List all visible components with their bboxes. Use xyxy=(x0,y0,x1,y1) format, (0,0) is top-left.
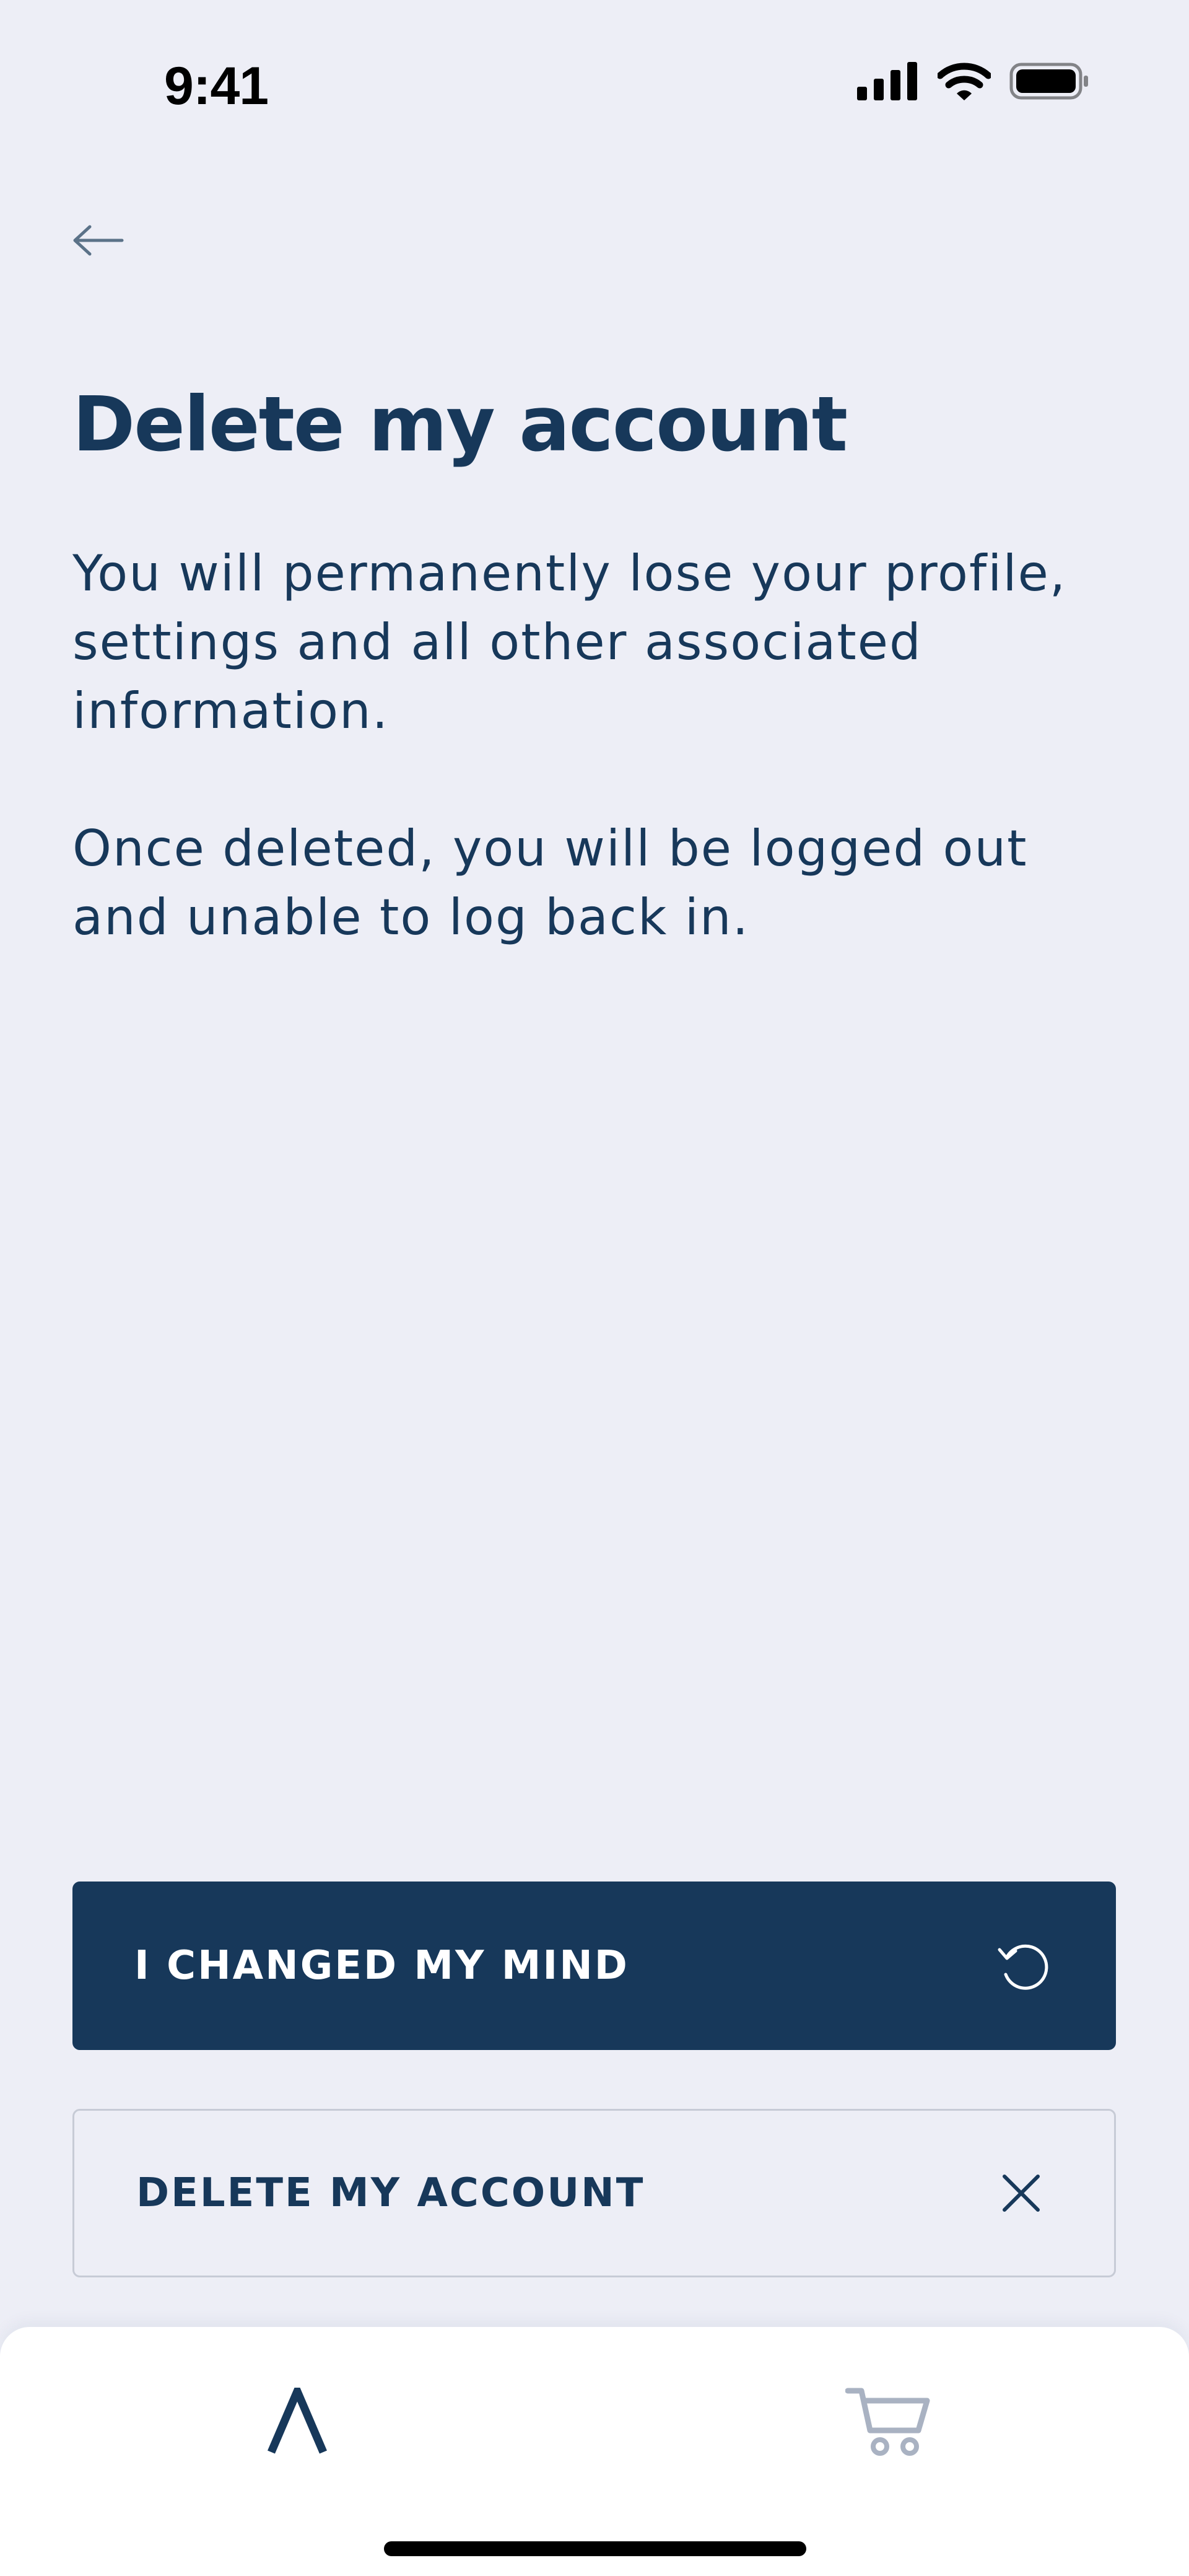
arrow-left-icon xyxy=(70,222,126,261)
description: You will permanently lose your profile, … xyxy=(72,539,1138,1020)
changed-my-mind-label: I CHANGED MY MIND xyxy=(134,1943,629,1989)
bottom-nav xyxy=(0,2327,1189,2576)
description-paragraph-2: Once deleted, you will be logged out and… xyxy=(72,820,1028,946)
wifi-icon xyxy=(936,62,992,103)
status-bar: 9:41 xyxy=(0,0,1189,173)
status-icons xyxy=(857,62,1090,103)
delete-account-label: DELETE MY ACCOUNT xyxy=(136,2170,645,2216)
undo-icon xyxy=(992,1935,1054,1997)
lambda-logo-icon xyxy=(266,2381,328,2458)
battery-icon xyxy=(1009,62,1090,103)
changed-my-mind-button[interactable]: I CHANGED MY MIND xyxy=(72,1882,1116,2050)
page-title: Delete my account xyxy=(72,380,848,468)
delete-account-button[interactable]: DELETE MY ACCOUNT xyxy=(72,2109,1116,2277)
cart-icon xyxy=(845,2385,932,2461)
nav-item-cart[interactable] xyxy=(827,2361,951,2485)
close-icon xyxy=(990,2162,1052,2224)
status-time: 9:41 xyxy=(164,56,269,116)
cellular-signal-icon xyxy=(857,62,919,103)
description-paragraph-1: You will permanently lose your profile, … xyxy=(72,545,1067,740)
back-button[interactable] xyxy=(67,217,129,266)
nav-item-home[interactable] xyxy=(235,2361,359,2485)
home-indicator xyxy=(384,2541,806,2556)
